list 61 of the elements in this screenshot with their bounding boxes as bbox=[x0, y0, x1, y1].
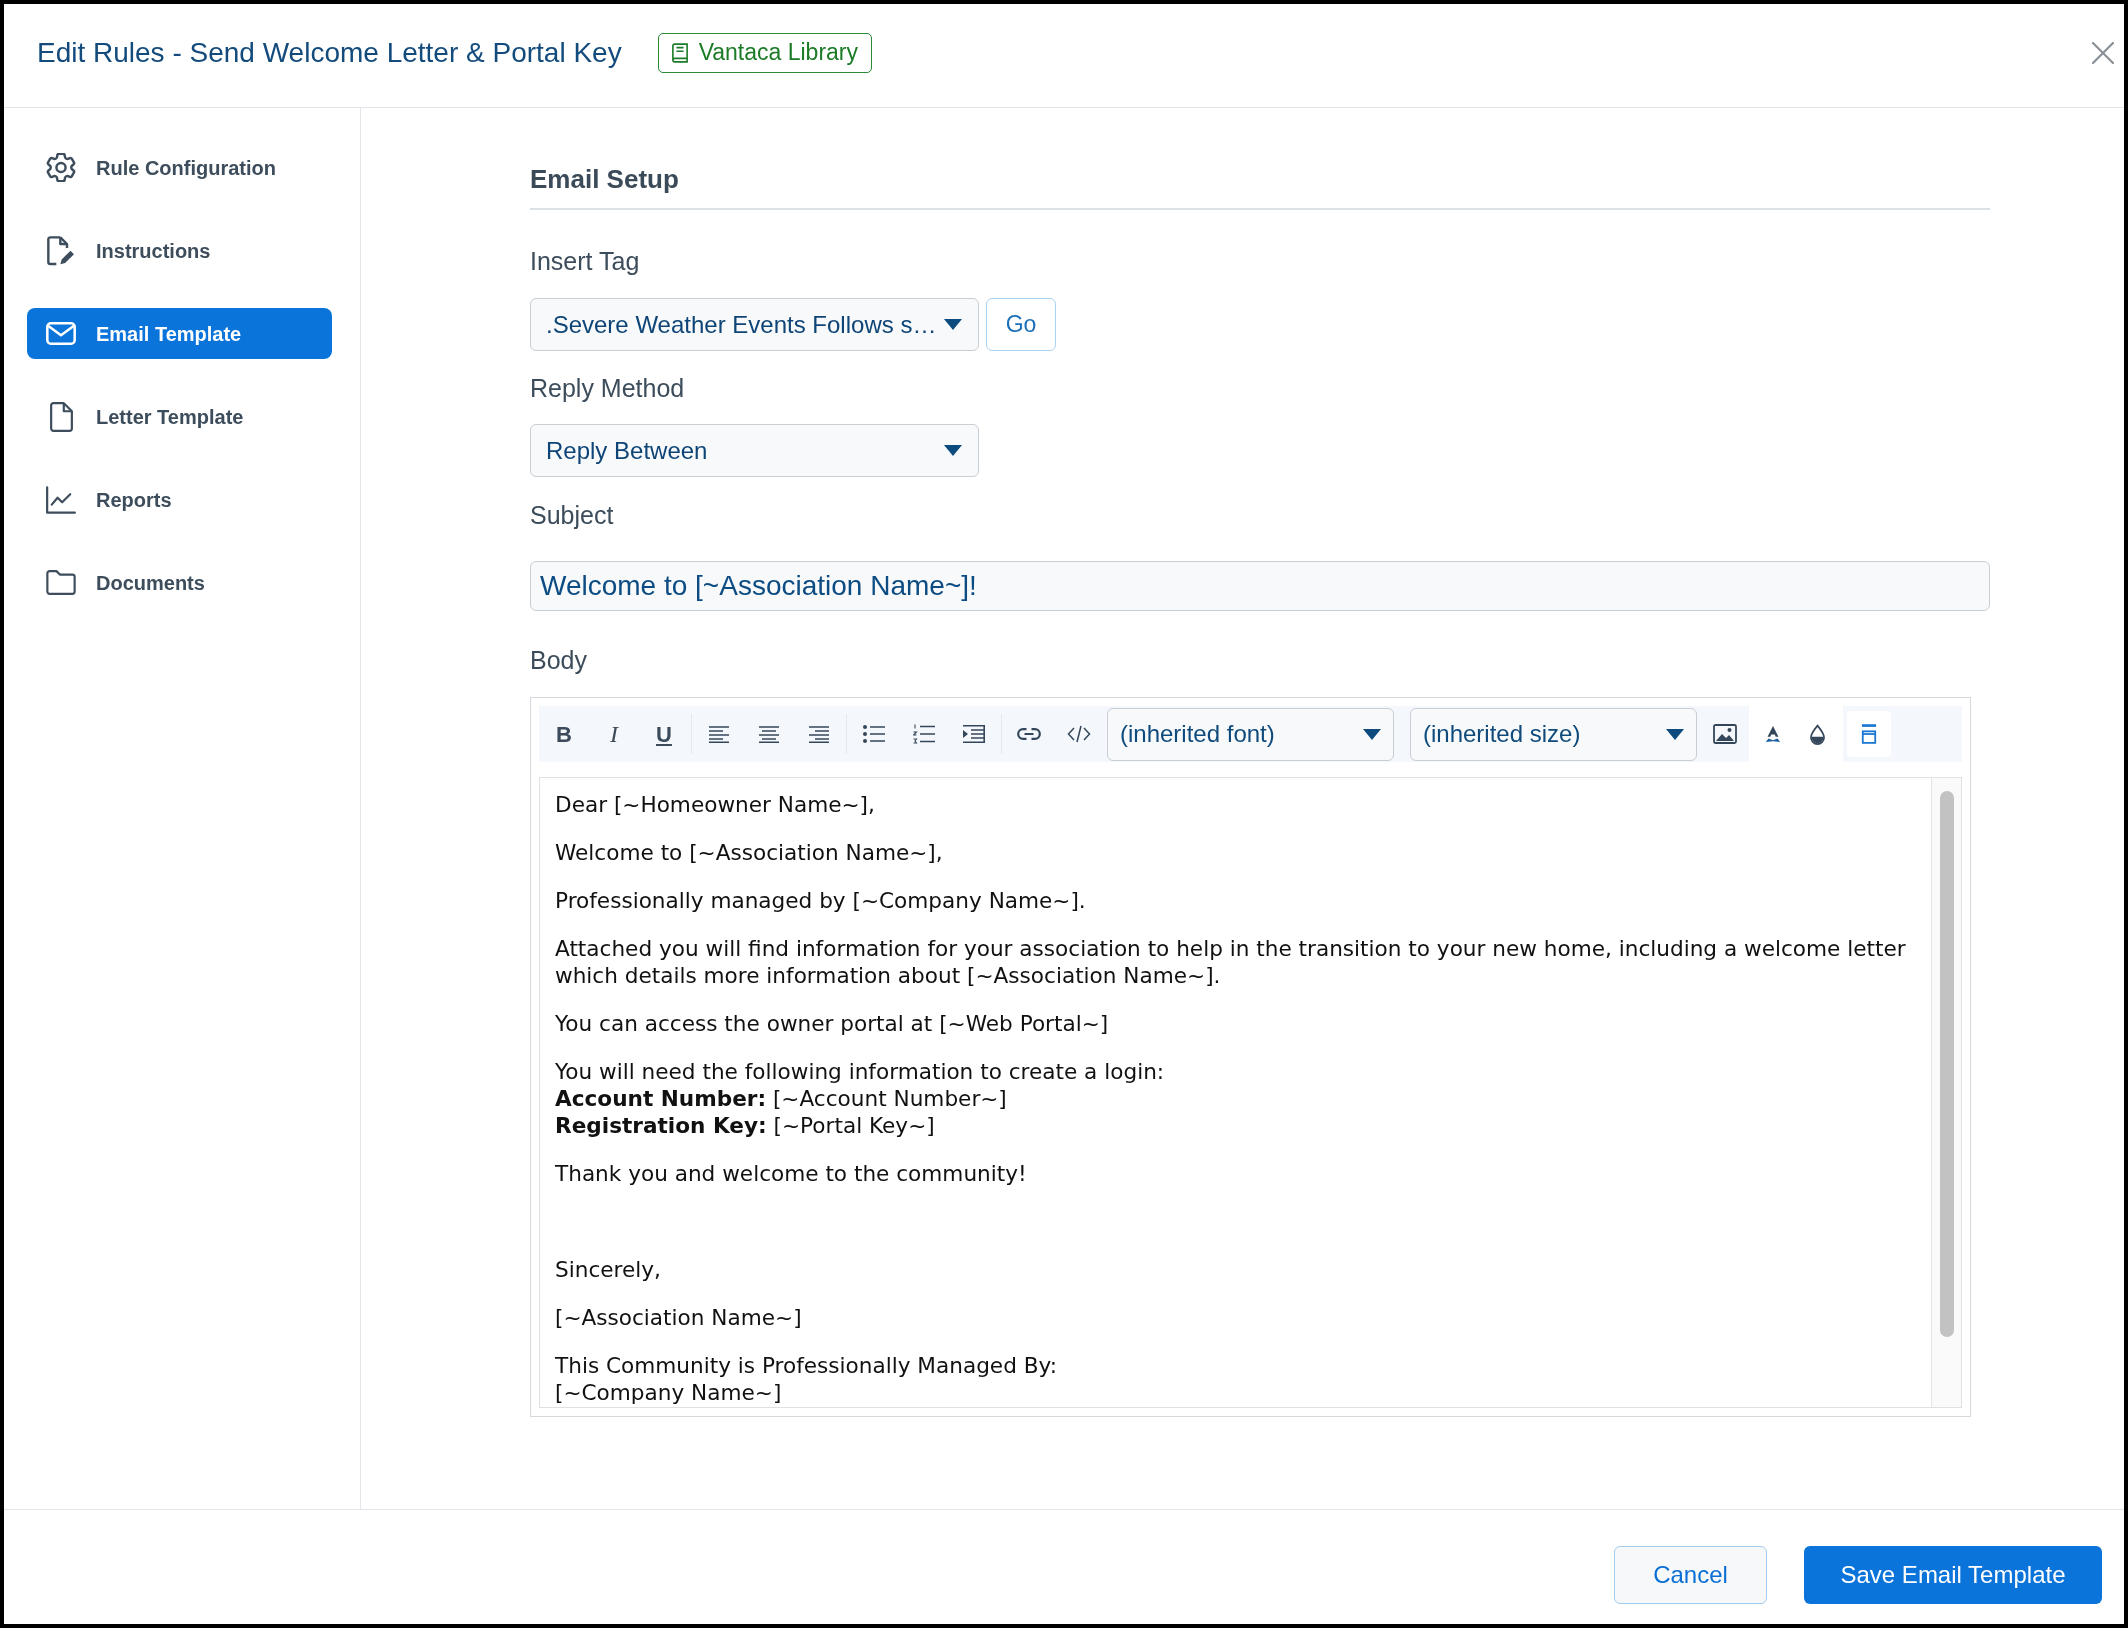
body-paragraph: Welcome to [~Association Name~], bbox=[555, 839, 944, 866]
body-paragraph: Professionally managed by [~Company Name~]. bbox=[555, 887, 1087, 914]
bullet-list-icon[interactable] bbox=[863, 725, 885, 743]
caret-icon bbox=[944, 445, 962, 456]
body-paragraph: Dear [~Homeowner Name~], bbox=[555, 791, 876, 818]
body-paragraph: You can access the owner portal at [~Web Portal~] bbox=[555, 1010, 1110, 1037]
subject-field[interactable]: Welcome to [~Association Name~]! bbox=[530, 561, 1990, 611]
go-button[interactable]: Go bbox=[986, 298, 1056, 351]
field-label: Subject bbox=[530, 501, 615, 529]
save-button[interactable]: Save Email Template bbox=[1804, 1546, 2102, 1604]
image-icon[interactable] bbox=[1713, 724, 1737, 744]
document-pen-icon bbox=[47, 235, 75, 266]
line-chart-icon bbox=[46, 485, 76, 514]
field-label: Reply Method bbox=[530, 374, 686, 402]
body-paragraph: This Community is Professionally Managed By: [~Company Name~] bbox=[555, 1352, 1058, 1406]
dialog-title: Edit Rules - Send Welcome Letter & Portal Key bbox=[37, 38, 622, 67]
sidebar-item[interactable]: Instructions bbox=[27, 225, 332, 276]
sidebar-item[interactable]: Reports bbox=[27, 474, 332, 525]
size-select[interactable]: (inherited size) bbox=[1410, 707, 1697, 761]
reply-method-select[interactable]: Reply Between bbox=[530, 424, 979, 477]
panel-toggle-button[interactable] bbox=[1847, 711, 1891, 757]
sidebar-item[interactable]: Email Template bbox=[27, 308, 332, 359]
close-icon[interactable] bbox=[2092, 41, 2114, 64]
sidebar-item[interactable]: Rule Configuration bbox=[27, 142, 332, 193]
section-title: Email Setup bbox=[530, 163, 1990, 210]
align-left-icon[interactable] bbox=[709, 725, 729, 743]
envelope-icon bbox=[46, 322, 76, 345]
align-center-icon[interactable] bbox=[759, 725, 779, 743]
scrollbar-thumb[interactable] bbox=[1939, 791, 1954, 1337]
body-paragraph: Thank you and welcome to the community! bbox=[555, 1160, 1028, 1187]
gear-icon bbox=[46, 153, 76, 182]
format-button[interactable]: U bbox=[639, 712, 689, 756]
field-label: Body bbox=[530, 646, 588, 674]
code-icon[interactable] bbox=[1067, 725, 1091, 743]
document-icon bbox=[49, 401, 73, 432]
folder-icon bbox=[46, 570, 76, 595]
caret-icon bbox=[1666, 728, 1684, 740]
body-paragraph: Attached you will find information for your association to help in the transition to your new home, including a welcome letter which details more information about [~Association Name~]. bbox=[555, 935, 1907, 989]
font-select[interactable]: (inherited font) bbox=[1107, 707, 1394, 761]
align-right-icon[interactable] bbox=[809, 725, 829, 743]
body-paragraph: You will need the following information to create a login: Account Number: [~Account Number~] Registration Key: [~Portal Key~] bbox=[555, 1058, 1166, 1139]
caret-icon bbox=[1363, 728, 1381, 740]
library-badge[interactable]: Vantaca Library bbox=[657, 32, 873, 73]
cancel-button[interactable]: Cancel bbox=[1614, 1546, 1767, 1604]
format-button[interactable]: B bbox=[539, 712, 589, 756]
body-paragraph: [~Association Name~] bbox=[555, 1304, 803, 1331]
window-icon bbox=[1861, 724, 1877, 744]
body-paragraph: Sincerely, bbox=[555, 1256, 662, 1283]
caret-icon bbox=[944, 319, 962, 330]
field-label: Insert Tag bbox=[530, 247, 641, 275]
link-icon[interactable] bbox=[1017, 728, 1041, 740]
indent-icon[interactable] bbox=[963, 725, 985, 743]
scrollbar[interactable] bbox=[1931, 778, 1961, 1407]
numbered-list-icon[interactable] bbox=[913, 724, 935, 744]
sidebar-item[interactable]: Documents bbox=[27, 557, 332, 608]
text-color-icon[interactable] bbox=[1764, 725, 1782, 743]
sidebar-item[interactable]: Letter Template bbox=[27, 391, 332, 442]
book-icon bbox=[671, 42, 688, 63]
tag-select[interactable]: .Severe Weather Events Follows s… bbox=[530, 298, 979, 351]
ink-drop-icon[interactable] bbox=[1809, 723, 1825, 745]
format-button[interactable]: I bbox=[589, 712, 639, 756]
